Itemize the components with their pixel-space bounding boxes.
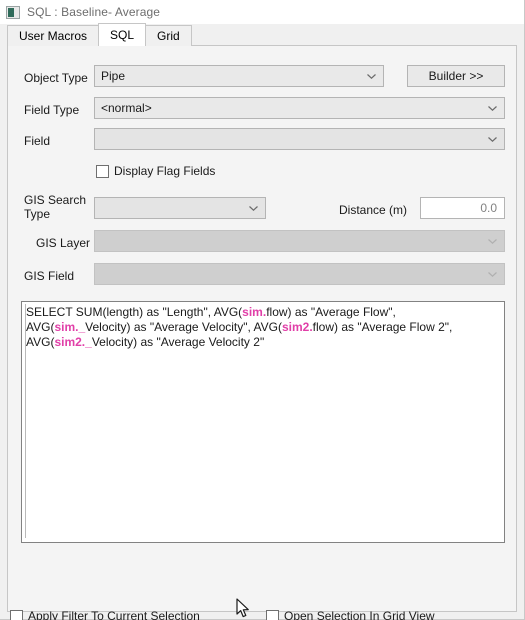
- sql-window-icon: [6, 5, 20, 19]
- chevron-down-icon: [488, 272, 497, 277]
- open-grid-view-label: Open Selection In Grid View: [284, 609, 435, 620]
- field-type-combo[interactable]: <normal>: [94, 97, 505, 119]
- sql-plain-token: Velocity) as "Average Velocity", AVG(: [85, 320, 282, 334]
- open-grid-view-checkbox[interactable]: Open Selection In Grid View: [266, 609, 435, 620]
- sql-editor[interactable]: SELECT SUM(length) as "Length", AVG(sim.…: [21, 301, 505, 543]
- builder-button[interactable]: Builder >>: [407, 65, 505, 87]
- sql-table-token: sim.: [242, 305, 267, 319]
- apply-filter-label: Apply Filter To Current Selection: [28, 609, 200, 620]
- distance-value: 0.0: [480, 201, 497, 215]
- sql-table-token: sim2.: [281, 320, 313, 334]
- checkbox-box: [266, 609, 279, 620]
- tab-strip: User Macros SQL Grid: [0, 23, 524, 46]
- tab-sql[interactable]: SQL: [98, 23, 147, 46]
- chevron-down-icon: [488, 239, 497, 244]
- object-type-label: Object Type: [24, 71, 88, 85]
- display-flag-fields-label: Display Flag Fields: [114, 164, 216, 178]
- field-label: Field: [24, 134, 51, 148]
- gis-field-combo: [94, 263, 505, 285]
- chevron-down-icon: [488, 137, 497, 142]
- sql-tab-panel: Object Type Pipe Builder >> Field Type <…: [7, 46, 517, 620]
- sql-plain-token: Velocity) as "Average Velocity 2": [91, 335, 265, 349]
- checkbox-box: [10, 609, 23, 620]
- sql-dialog-window: SQL : Baseline- Average User Macros SQL …: [0, 0, 525, 620]
- gis-search-type-combo[interactable]: [94, 197, 266, 219]
- sql-table-token: sim._: [54, 320, 86, 334]
- field-type-value: <normal>: [101, 101, 152, 115]
- editor-gutter-line: [25, 304, 26, 538]
- object-type-value: Pipe: [101, 69, 126, 83]
- tab-grid[interactable]: Grid: [145, 25, 192, 46]
- apply-filter-checkbox[interactable]: Apply Filter To Current Selection: [10, 609, 200, 620]
- gis-layer-label: GIS Layer: [36, 236, 91, 250]
- tab-user-macros[interactable]: User Macros: [7, 25, 100, 46]
- object-type-combo[interactable]: Pipe: [94, 65, 384, 87]
- distance-label: Distance (m): [339, 203, 408, 217]
- title-bar: SQL : Baseline- Average: [0, 0, 524, 24]
- chevron-down-icon: [488, 106, 497, 111]
- sql-table-token: sim2._: [54, 335, 92, 349]
- window-title: SQL : Baseline- Average: [27, 5, 161, 19]
- gis-search-type-label: GIS Search Type: [24, 193, 87, 221]
- field-combo[interactable]: [94, 128, 505, 150]
- display-flag-fields-checkbox[interactable]: Display Flag Fields: [96, 164, 215, 178]
- chevron-down-icon: [249, 206, 258, 211]
- field-type-label: Field Type: [24, 103, 80, 117]
- sql-editor-text: SELECT SUM(length) as "Length", AVG(sim.…: [22, 302, 504, 350]
- gis-field-label: GIS Field: [24, 269, 75, 283]
- checkbox-box: [96, 164, 109, 178]
- distance-input[interactable]: 0.0: [420, 197, 505, 219]
- chevron-down-icon: [367, 74, 376, 79]
- gis-layer-combo: [94, 230, 505, 252]
- sql-plain-token: SELECT SUM(length) as "Length", AVG(: [26, 305, 243, 319]
